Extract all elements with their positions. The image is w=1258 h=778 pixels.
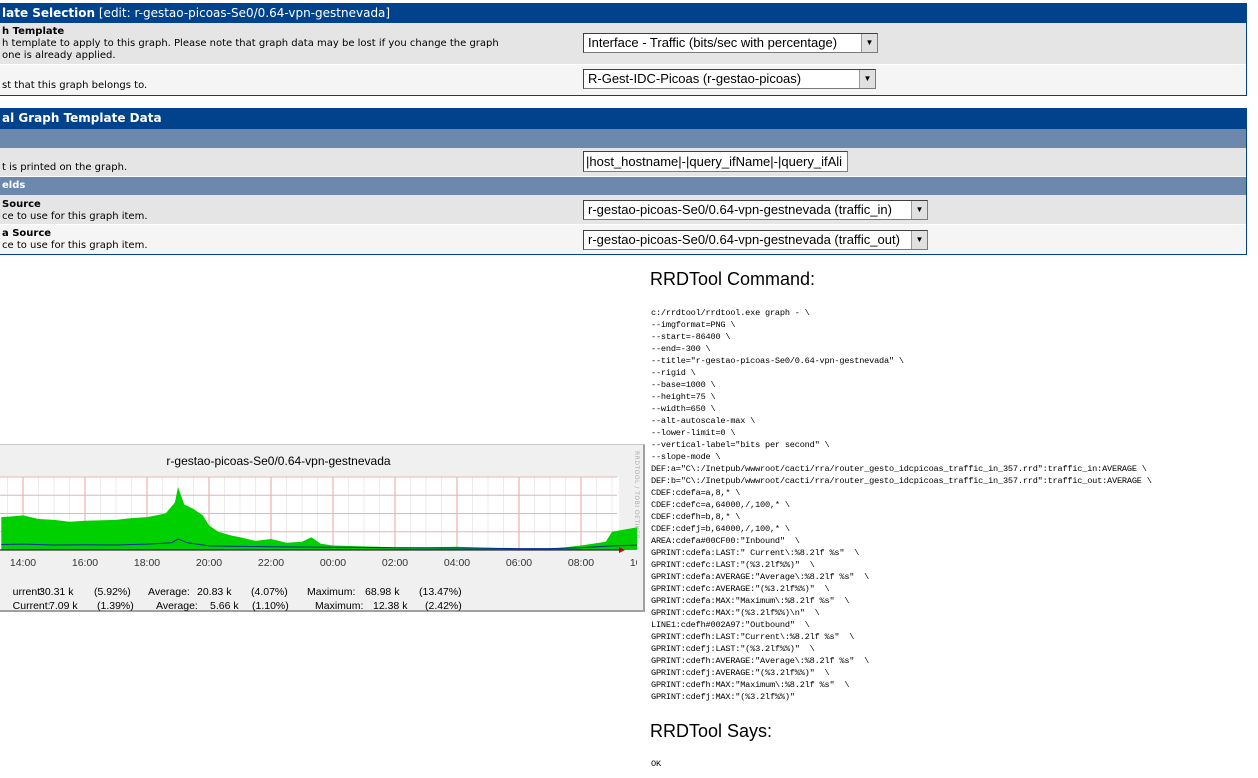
- legend-text: (13.47%): [419, 586, 462, 598]
- legend-text: (5.92%): [94, 586, 131, 598]
- fields-subheader: elds: [0, 177, 1246, 195]
- graph-template-row: h Template h template to apply to this gr…: [0, 23, 1246, 65]
- graph-plot: 14:00 16:00 18:00 20:00 22:00 00:00 02:00 04:00…: [0, 476, 637, 569]
- legend-text: (4.07%): [251, 586, 288, 598]
- x-tick-label: 06:00: [506, 557, 532, 569]
- x-tick-label: 00:00: [320, 557, 346, 569]
- rrdtool-command-text: c:/rrdtool/rrdtool.exe graph - \ --imgfo…: [651, 308, 1152, 702]
- x-tick-label: 14:00: [10, 557, 36, 569]
- x-tick-label: 04:00: [444, 557, 470, 569]
- x-tick-label: 08:00: [568, 557, 594, 569]
- x-tick-label: 20:00: [196, 557, 222, 569]
- field-desc: st that this graph belongs to.: [2, 80, 148, 91]
- select-value: Interface - Traffic (bits/sec with perce…: [588, 35, 838, 50]
- select-value: R-Gest-IDC-Picoas (r-gestao-picoas): [588, 71, 802, 86]
- section-header: late Selection [edit: r-gestao-picoas-Se…: [0, 4, 1246, 23]
- x-tick-label: 16:00: [72, 557, 98, 569]
- rrdtool-says-text: OK: [651, 759, 661, 769]
- x-tick-label: 02:00: [382, 557, 408, 569]
- x-tick-label: 22:00: [258, 557, 284, 569]
- x-tick-label: 18:00: [134, 557, 160, 569]
- host-select[interactable]: R-Gest-IDC-Picoas (r-gestao-picoas) ▼: [583, 69, 876, 89]
- field-desc: ce to use for this graph item.: [2, 211, 148, 222]
- legend-text: Current:: [12, 600, 51, 612]
- legend-text: 68.98 k: [365, 586, 400, 598]
- x-tick-label: 10:00: [630, 557, 637, 569]
- field-label: Source: [2, 199, 41, 210]
- legend-text: 12.38 k: [373, 600, 408, 612]
- outbound-source-select[interactable]: r-gestao-picoas-Se0/0.64-vpn-gestnevada …: [583, 230, 928, 250]
- legend-text: (1.10%): [252, 600, 289, 612]
- field-desc: t is printed on the graph.: [2, 162, 128, 173]
- rrdtool-command-heading: RRDTool Command:: [650, 269, 816, 289]
- field-label: h Template: [2, 26, 65, 37]
- chevron-down-icon[interactable]: ▼: [911, 231, 927, 249]
- legend-text: Average:: [156, 600, 198, 612]
- legend-text: 7.09 k: [49, 600, 78, 612]
- select-value: r-gestao-picoas-Se0/0.64-vpn-gestnevada …: [588, 232, 900, 247]
- edit-label: [edit: r-gestao-picoas-Se0/0.64-vpn-gest…: [98, 6, 391, 20]
- legend-text: (2.42%): [425, 600, 462, 612]
- outbound-source-row: a Source ce to use for this graph item. r…: [0, 225, 1246, 254]
- field-desc: one is already applied.: [2, 50, 116, 61]
- legend-text: 5.66 k: [210, 600, 239, 612]
- host-row: st that this graph belongs to. R-Gest-ID…: [0, 65, 1246, 95]
- inbound-source-row: Source ce to use for this graph item. r-g…: [0, 195, 1246, 225]
- legend-text: 20.83 k: [197, 586, 232, 598]
- chevron-down-icon[interactable]: ▼: [861, 34, 877, 52]
- section-header: al Graph Template Data: [0, 109, 1246, 129]
- legend-text: (1.39%): [97, 600, 134, 612]
- legend-text: Average:: [148, 586, 190, 598]
- chevron-down-icon[interactable]: ▼: [859, 70, 875, 88]
- legend-text: Maximum:: [307, 586, 356, 598]
- field-label: a Source: [2, 228, 52, 239]
- field-desc: ce to use for this graph item.: [2, 240, 148, 251]
- template-selection-table: late Selection [edit: r-gestao-picoas-Se…: [0, 3, 1247, 96]
- traffic-graph: r-gestao-picoas-Se0/0.64-vpn-gestnevada …: [0, 444, 645, 612]
- title-input[interactable]: |host_hostname|-|query_ifName|-|query_if…: [583, 151, 848, 172]
- chevron-down-icon[interactable]: ▼: [911, 201, 927, 219]
- input-value: |host_hostname|-|query_ifName|-|query_if…: [586, 154, 843, 169]
- select-value: r-gestao-picoas-Se0/0.64-vpn-gestnevada …: [588, 202, 892, 217]
- inbound-source-select[interactable]: r-gestao-picoas-Se0/0.64-vpn-gestnevada …: [583, 200, 928, 220]
- rrdtool-says-heading: RRDTool Says:: [650, 721, 773, 741]
- legend-outbound: Current: 7.09 k (1.39%) Average: 5.66 k (1.10…: [1, 588, 462, 624]
- legend-text: Maximum:: [315, 600, 364, 612]
- title-row: t is printed on the graph. |host_hostnam…: [0, 148, 1246, 177]
- graph-template-select[interactable]: Interface - Traffic (bits/sec with perce…: [583, 33, 878, 53]
- field-desc: h template to apply to this graph. Pleas…: [2, 38, 499, 49]
- subheader: [0, 129, 1246, 148]
- graph-template-data-table: al Graph Template Data t is printed on t…: [0, 108, 1247, 255]
- subheader-label: elds: [2, 180, 26, 191]
